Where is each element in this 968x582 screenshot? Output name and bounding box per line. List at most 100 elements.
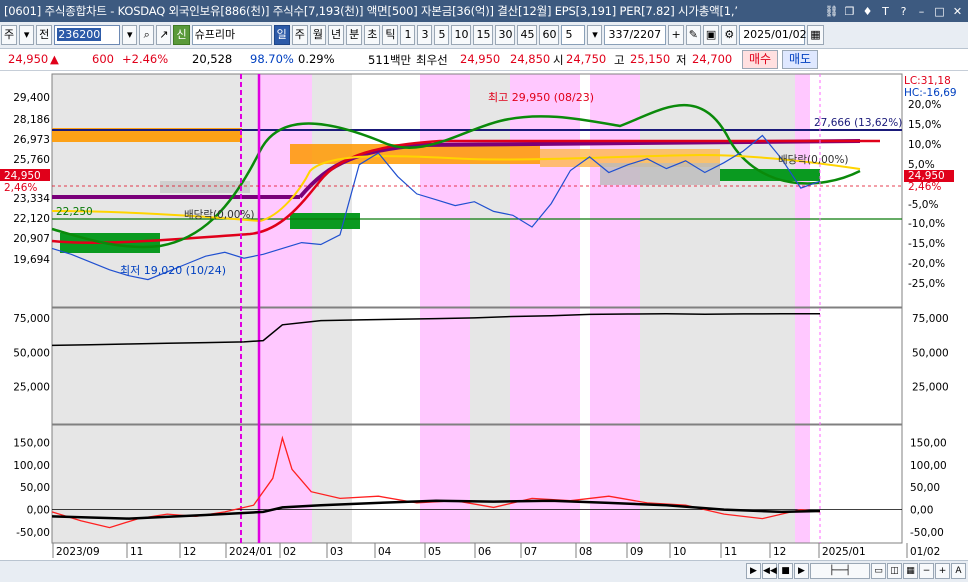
bid-price: 24,850: [510, 52, 551, 66]
font-size-icon[interactable]: T: [878, 4, 893, 19]
y-tick-label: 29,400: [13, 92, 50, 104]
zoom-in-bottom-icon[interactable]: +: [935, 563, 950, 579]
y-tick-label: 28,186: [13, 114, 50, 126]
status-bar: ▶ ◀◀ ■ ▶ ├──┤ ▭ ◫ ▦ − + A: [0, 560, 968, 582]
y-tick-label: -25,0%: [908, 278, 945, 290]
y-tick-label: 2,46%: [908, 181, 941, 193]
market-select[interactable]: 주: [1, 25, 18, 45]
dropdown-arrow-icon[interactable]: ▾: [19, 25, 35, 45]
y-tick-label: 0,00: [27, 505, 50, 517]
maximize-icon[interactable]: □: [932, 4, 947, 19]
y-tick-label: 50,00: [20, 482, 50, 494]
y-tick-label: 19,694: [13, 254, 50, 266]
forward-icon[interactable]: ▶: [794, 563, 809, 579]
high-label: 고: [614, 53, 625, 67]
interval-60[interactable]: 60: [539, 25, 560, 45]
stop-icon[interactable]: ■: [778, 563, 793, 579]
minimize-icon[interactable]: –: [914, 4, 929, 19]
stock-chart[interactable]: 29,400 28,186 26,973 25,760 23,334 22,120 20,9…: [0, 71, 968, 560]
quote-bar: 24,950 ▲ 600 +2.46% 20,528 98.70% 0.29% …: [0, 49, 968, 71]
auto-scale-icon[interactable]: A: [951, 563, 966, 579]
zoom-in-icon[interactable]: +: [668, 25, 684, 45]
interval-dropdown-icon[interactable]: ▾: [587, 25, 603, 45]
period-day[interactable]: 일: [273, 25, 290, 45]
help-icon[interactable]: ?: [896, 4, 911, 19]
prev-button[interactable]: 전: [36, 25, 53, 45]
stock-code-input[interactable]: 236200: [54, 25, 121, 45]
x-tick-label: 01/02: [910, 546, 940, 558]
y-tick-label: -5,0%: [908, 199, 938, 211]
x-tick-label: 09: [630, 546, 643, 558]
up-arrow-icon: ▲: [50, 52, 59, 66]
slider-icon[interactable]: ├──┤: [810, 563, 870, 579]
period-week[interactable]: 주: [291, 25, 308, 45]
y-tick-label: 26,973: [13, 134, 50, 146]
y-tick-label: -10,0%: [908, 218, 945, 230]
calendar-icon[interactable]: ▦: [807, 25, 824, 45]
stock-name-field: 슈프리마: [191, 25, 272, 45]
title-bar: [0601] 주식종합차트 - KOSDAQ 외국인보유[886(천)] 주식수…: [0, 0, 968, 22]
x-tick-label: 04: [378, 546, 392, 558]
current-pct-left: 2,46%: [4, 182, 37, 194]
period-month[interactable]: 월: [309, 25, 326, 45]
price-change: 600: [92, 52, 114, 66]
link-icon[interactable]: ⛓: [824, 4, 839, 19]
window-icon[interactable]: ▭: [871, 563, 886, 579]
chart-area[interactable]: 29,400 28,186 26,973 25,760 23,334 22,120 20,9…: [0, 71, 968, 560]
interval-1[interactable]: 1: [400, 25, 416, 45]
pencil-icon[interactable]: ✎: [685, 25, 701, 45]
settings-icon[interactable]: ⚙: [721, 25, 738, 45]
x-tick-label: 10: [673, 546, 686, 558]
y-tick-label: 150,00: [910, 437, 947, 449]
x-tick-label: 07: [524, 546, 537, 558]
interval-10[interactable]: 10: [451, 25, 472, 45]
y-tick-label: 25,000: [912, 382, 949, 394]
rewind-icon[interactable]: ◀◀: [762, 563, 777, 579]
y-tick-label: -15,0%: [908, 238, 945, 250]
interval-15[interactable]: 15: [473, 25, 494, 45]
interval-5[interactable]: 5: [434, 25, 450, 45]
save-icon[interactable]: ▣: [702, 25, 720, 45]
pin-icon[interactable]: ♦: [860, 4, 875, 19]
arrow-icon[interactable]: ↗: [156, 25, 172, 45]
copy-icon[interactable]: ❐: [842, 4, 857, 19]
y-tick-label: 20,907: [13, 233, 50, 245]
interval-45[interactable]: 45: [517, 25, 538, 45]
y-tick-label: 23,334: [13, 193, 50, 205]
period-year[interactable]: 년: [327, 25, 345, 45]
credit-icon[interactable]: 신: [173, 25, 190, 45]
x-tick-label: 12: [183, 546, 196, 558]
open-price: 24,750: [566, 52, 607, 66]
search-icon[interactable]: ⌕: [139, 25, 155, 45]
y-tick-label: 100,00: [910, 460, 947, 472]
open-label: 시: [553, 53, 564, 67]
date-field[interactable]: 2025/01/02: [739, 25, 807, 45]
x-tick-label: 05: [428, 546, 441, 558]
y-tick-label: -50,00: [910, 527, 944, 539]
code-dropdown-icon[interactable]: ▾: [122, 25, 138, 45]
interval-select[interactable]: 5: [561, 25, 586, 45]
close-icon[interactable]: ✕: [950, 4, 965, 19]
period-tick[interactable]: 틱: [382, 25, 399, 45]
level-right-annotation: 27,666 (13,62%): [814, 117, 902, 129]
trade-amount: 511백만: [368, 53, 412, 67]
page-count-field[interactable]: 337/2207: [604, 25, 667, 45]
cloud-grey-a: [600, 163, 720, 185]
chart-mode-icon[interactable]: ▦: [903, 563, 918, 579]
play-icon[interactable]: ▶: [746, 563, 761, 579]
sell-button[interactable]: 매도: [782, 50, 818, 69]
y-tick-label: 75,000: [912, 313, 949, 325]
split-icon[interactable]: ◫: [887, 563, 902, 579]
y-tick-label: 50,000: [13, 347, 50, 359]
lc-label: LC:31,18: [904, 75, 951, 87]
turnover-rate: 0.29%: [298, 52, 335, 66]
zoom-out-icon[interactable]: −: [919, 563, 934, 579]
volume-ratio: 98.70%: [250, 52, 294, 66]
interval-30[interactable]: 30: [495, 25, 516, 45]
interval-3[interactable]: 3: [417, 25, 433, 45]
y-tick-label: 100,00: [13, 460, 50, 472]
dividend-right-annotation: 배당락(0,00%): [778, 154, 849, 166]
period-second[interactable]: 초: [364, 25, 381, 45]
buy-button[interactable]: 매수: [742, 50, 778, 69]
period-minute[interactable]: 분: [346, 25, 363, 45]
